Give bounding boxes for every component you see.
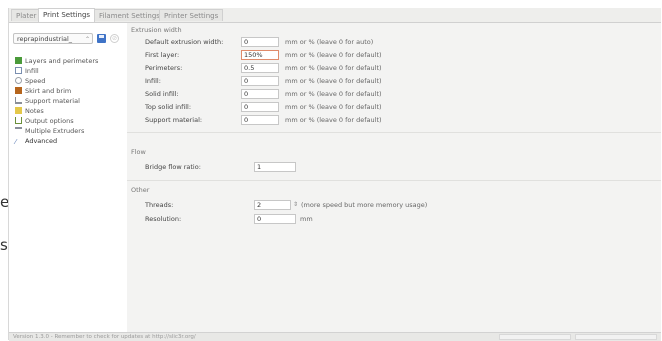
sidebar-item-support-material[interactable]: Support material	[15, 96, 127, 106]
sidebar-item-infill[interactable]: Infill	[15, 66, 127, 76]
sidebar-item-label: Speed	[25, 77, 46, 85]
sidebar-item-label: Support material	[25, 97, 80, 105]
top-solid-infill-input[interactable]: 0	[241, 102, 279, 112]
setting-default-extrusion-width: Default extrusion width: 0 mm or % (leav…	[145, 37, 655, 47]
default-extrusion-width-input[interactable]: 0	[241, 37, 279, 47]
group-title-extrusion-width: Extrusion width	[131, 26, 182, 34]
left-edge: e s	[0, 0, 9, 340]
sidebar-item-advanced[interactable]: ⁄ Advanced	[15, 136, 127, 146]
sidebar-item-label: Multiple Extruders	[25, 127, 85, 135]
sidebar-item-label: Output options	[25, 117, 74, 125]
setting-label: Threads:	[145, 201, 174, 209]
group-title-other: Other	[131, 186, 150, 194]
infill-input[interactable]: 0	[241, 76, 279, 86]
preset-value: reprapindustrial_	[17, 35, 73, 43]
status-field	[575, 334, 657, 340]
resolution-input[interactable]: 0	[254, 214, 296, 224]
edge-glyph-s: s	[0, 236, 8, 254]
group-divider	[127, 132, 661, 133]
tab-print-settings[interactable]: Print Settings	[38, 8, 96, 22]
group-divider	[127, 180, 661, 181]
sidebar-item-layers-and-perimeters[interactable]: Layers and perimeters	[15, 56, 127, 66]
tab-printer-settings[interactable]: Printer Settings	[159, 9, 224, 21]
tab-filament-settings[interactable]: Filament Settings	[94, 9, 165, 21]
sidebar-item-speed[interactable]: Speed	[15, 76, 127, 86]
support-material-input[interactable]: 0	[241, 115, 279, 125]
setting-resolution: Resolution: 0 mm	[145, 214, 655, 224]
solid-infill-input[interactable]: 0	[241, 89, 279, 99]
chevron-updown-icon: ⌃	[84, 36, 90, 43]
setting-unit: mm or % (leave 0 for auto)	[285, 38, 374, 46]
speed-icon	[15, 77, 22, 84]
tab-bar: Plater Print Settings Filament Settings …	[9, 8, 661, 22]
sidebar-item-skirt-and-brim[interactable]: Skirt and brim	[15, 86, 127, 96]
infill-icon	[15, 67, 22, 74]
setting-unit: mm or % (leave 0 for default)	[285, 103, 382, 111]
bridge-flow-ratio-input[interactable]: 1	[254, 162, 296, 172]
sidebar-item-output-options[interactable]: Output options	[15, 116, 127, 126]
threads-input[interactable]: 2	[254, 200, 291, 210]
threads-hint: (more speed but more memory usage)	[301, 201, 428, 209]
category-list: Layers and perimeters Infill Speed Skirt…	[15, 56, 127, 146]
setting-label: Perimeters:	[145, 64, 183, 72]
tab-plater[interactable]: Plater	[11, 9, 42, 21]
wrench-icon: ⁄	[15, 138, 17, 146]
setting-label: Solid infill:	[145, 90, 179, 98]
sidebar-item-label: Skirt and brim	[25, 87, 72, 95]
setting-label: Infill:	[145, 77, 161, 85]
setting-label: Default extrusion width:	[145, 38, 224, 46]
setting-support-material: Support material: 0 mm or % (leave 0 for…	[145, 115, 655, 125]
setting-label: Top solid infill:	[145, 103, 192, 111]
setting-unit: mm or % (leave 0 for default)	[285, 64, 382, 72]
support-icon	[15, 97, 22, 104]
setting-infill: Infill: 0 mm or % (leave 0 for default)	[145, 76, 655, 86]
setting-label: First layer:	[145, 51, 180, 59]
extruders-icon	[15, 127, 22, 134]
settings-sidebar: reprapindustrial_ ⌃ ⊘ Layers and perimet…	[9, 23, 128, 333]
setting-perimeters: Perimeters: 0.5 mm or % (leave 0 for def…	[145, 63, 655, 73]
output-icon	[15, 117, 22, 124]
skirt-icon	[15, 87, 22, 94]
setting-threads: Threads: 2 ⇕ (more speed but more memory…	[145, 200, 655, 210]
setting-top-solid-infill: Top solid infill: 0 mm or % (leave 0 for…	[145, 102, 655, 112]
status-field	[499, 334, 571, 340]
notes-icon	[15, 107, 22, 114]
setting-solid-infill: Solid infill: 0 mm or % (leave 0 for def…	[145, 89, 655, 99]
sidebar-item-label: Notes	[25, 107, 44, 115]
setting-label: Resolution:	[145, 215, 182, 223]
slic3r-window: Plater Print Settings Filament Settings …	[8, 8, 661, 341]
setting-unit: mm or % (leave 0 for default)	[285, 51, 382, 59]
preset-select[interactable]: reprapindustrial_ ⌃	[13, 33, 93, 44]
first-layer-input[interactable]: 150%	[241, 50, 279, 60]
advanced-settings: Extrusion width Default extrusion width:…	[127, 23, 661, 333]
spinner-arrows-icon[interactable]: ⇕	[293, 200, 298, 210]
delete-icon[interactable]: ⊘	[110, 34, 119, 43]
perimeters-input[interactable]: 0.5	[241, 63, 279, 73]
setting-label: Bridge flow ratio:	[145, 163, 201, 171]
sidebar-item-label: Infill	[25, 67, 39, 75]
sidebar-item-notes[interactable]: Notes	[15, 106, 127, 116]
setting-unit: mm or % (leave 0 for default)	[285, 116, 382, 124]
setting-bridge-flow-ratio: Bridge flow ratio: 1	[145, 162, 655, 172]
print-settings-panel: reprapindustrial_ ⌃ ⊘ Layers and perimet…	[9, 22, 661, 333]
setting-label: Support material:	[145, 116, 203, 124]
setting-first-layer: First layer: 150% mm or % (leave 0 for d…	[145, 50, 655, 60]
save-icon[interactable]	[97, 34, 106, 43]
sidebar-item-multiple-extruders[interactable]: Multiple Extruders	[15, 126, 127, 136]
group-title-flow: Flow	[131, 148, 146, 156]
setting-unit: mm or % (leave 0 for default)	[285, 90, 382, 98]
sidebar-item-label: Layers and perimeters	[25, 57, 99, 65]
sidebar-item-label: Advanced	[25, 137, 58, 145]
setting-unit: mm	[300, 215, 313, 223]
setting-unit: mm or % (leave 0 for default)	[285, 77, 382, 85]
layers-icon	[15, 57, 22, 64]
